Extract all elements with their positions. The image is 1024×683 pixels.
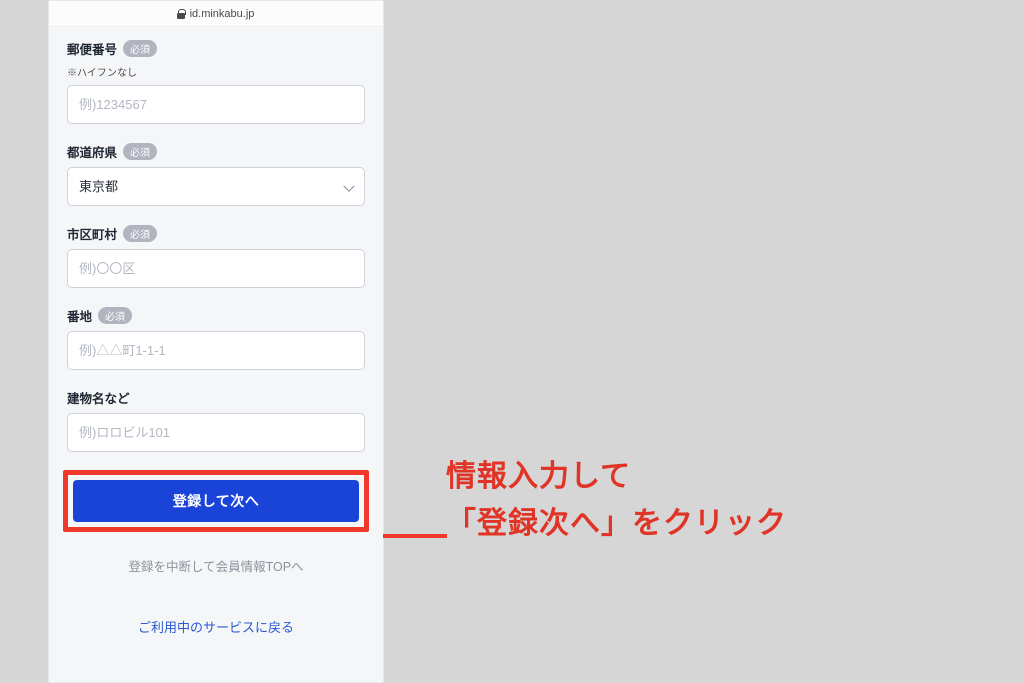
submit-button[interactable]: 登録して次へ (73, 480, 359, 522)
city-label: 市区町村 (67, 224, 117, 243)
required-badge: 必須 (98, 307, 132, 324)
prefecture-group: 都道府県 必須 東京都 (67, 142, 365, 206)
return-link[interactable]: ご利用中のサービスに戻る (67, 617, 365, 636)
cancel-link[interactable]: 登録を中断して会員情報TOPへ (67, 556, 365, 575)
street-group: 番地 必須 (67, 306, 365, 370)
mobile-screenshot: id.minkabu.jp 郵便番号 必須 ※ハイフンなし 都道府県 必須 東京… (48, 0, 384, 683)
annotation-line-1: 情報入力して (446, 454, 787, 501)
submit-highlight-box: 登録して次へ (63, 470, 369, 532)
building-group: 建物名など (67, 388, 365, 452)
street-input[interactable] (67, 331, 365, 370)
instruction-annotation: 情報入力して 「登録次へ」をクリック (446, 454, 787, 547)
postal-note: ※ハイフンなし (67, 64, 365, 79)
lock-icon (178, 9, 186, 19)
required-badge: 必須 (123, 143, 157, 160)
annotation-line-2: 「登録次へ」をクリック (446, 501, 787, 548)
annotation-connector-line (383, 534, 447, 538)
postal-label: 郵便番号 (67, 39, 117, 58)
address-form: 郵便番号 必須 ※ハイフンなし 都道府県 必須 東京都 市区町村 必須 (49, 27, 383, 636)
building-label: 建物名など (67, 388, 130, 407)
url-bar: id.minkabu.jp (49, 1, 383, 27)
city-group: 市区町村 必須 (67, 224, 365, 288)
url-domain: id.minkabu.jp (190, 8, 255, 20)
required-badge: 必須 (123, 40, 157, 57)
building-input[interactable] (67, 413, 365, 452)
required-badge: 必須 (123, 225, 157, 242)
postal-input[interactable] (67, 85, 365, 124)
prefecture-label: 都道府県 (67, 142, 117, 161)
postal-group: 郵便番号 必須 ※ハイフンなし (67, 39, 365, 124)
prefecture-select[interactable]: 東京都 (67, 167, 365, 206)
city-input[interactable] (67, 249, 365, 288)
street-label: 番地 (67, 306, 92, 325)
